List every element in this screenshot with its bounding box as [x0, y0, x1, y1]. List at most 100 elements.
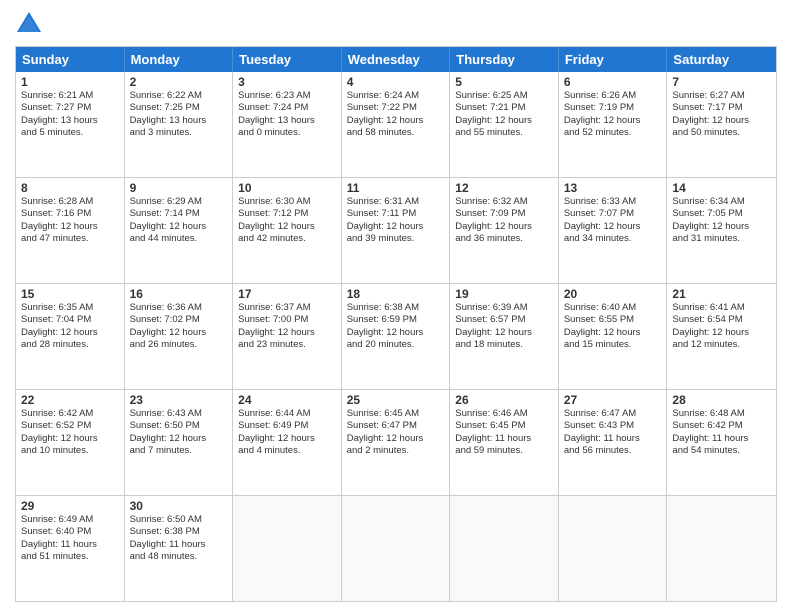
- day-number: 29: [21, 499, 119, 513]
- calendar-header: SundayMondayTuesdayWednesdayThursdayFrid…: [16, 47, 776, 72]
- calendar-cell: 11Sunrise: 6:31 AMSunset: 7:11 PMDayligh…: [342, 178, 451, 283]
- cell-info-line: Sunrise: 6:25 AM: [455, 90, 553, 102]
- cell-info-line: and 4 minutes.: [238, 445, 336, 457]
- cell-info-line: and 44 minutes.: [130, 233, 228, 245]
- day-number: 12: [455, 181, 553, 195]
- cell-info-line: and 15 minutes.: [564, 339, 662, 351]
- cell-info-line: Daylight: 12 hours: [672, 115, 771, 127]
- cell-info-line: Sunrise: 6:34 AM: [672, 196, 771, 208]
- cell-info-line: Sunrise: 6:49 AM: [21, 514, 119, 526]
- calendar-cell: 9Sunrise: 6:29 AMSunset: 7:14 PMDaylight…: [125, 178, 234, 283]
- cell-info-line: Daylight: 13 hours: [21, 115, 119, 127]
- cell-info-line: Daylight: 12 hours: [564, 221, 662, 233]
- day-number: 17: [238, 287, 336, 301]
- cell-info-line: and 7 minutes.: [130, 445, 228, 457]
- cell-info-line: Sunset: 7:19 PM: [564, 102, 662, 114]
- day-number: 11: [347, 181, 445, 195]
- day-number: 13: [564, 181, 662, 195]
- cell-info-line: Daylight: 12 hours: [672, 221, 771, 233]
- cell-info-line: Daylight: 11 hours: [21, 539, 119, 551]
- day-number: 8: [21, 181, 119, 195]
- cell-info-line: Sunset: 6:49 PM: [238, 420, 336, 432]
- calendar-cell: 10Sunrise: 6:30 AMSunset: 7:12 PMDayligh…: [233, 178, 342, 283]
- day-number: 22: [21, 393, 119, 407]
- cell-info-line: and 28 minutes.: [21, 339, 119, 351]
- cell-info-line: Daylight: 12 hours: [347, 327, 445, 339]
- day-number: 25: [347, 393, 445, 407]
- calendar-row-3: 15Sunrise: 6:35 AMSunset: 7:04 PMDayligh…: [16, 284, 776, 390]
- cell-info-line: Daylight: 11 hours: [455, 433, 553, 445]
- cell-info-line: Daylight: 13 hours: [238, 115, 336, 127]
- cell-info-line: and 47 minutes.: [21, 233, 119, 245]
- cell-info-line: Sunrise: 6:48 AM: [672, 408, 771, 420]
- cell-info-line: Daylight: 12 hours: [21, 327, 119, 339]
- calendar-cell: 17Sunrise: 6:37 AMSunset: 7:00 PMDayligh…: [233, 284, 342, 389]
- day-number: 18: [347, 287, 445, 301]
- cell-info-line: Daylight: 12 hours: [238, 327, 336, 339]
- cell-info-line: Daylight: 12 hours: [455, 327, 553, 339]
- cell-info-line: and 2 minutes.: [347, 445, 445, 457]
- day-number: 5: [455, 75, 553, 89]
- cell-info-line: Sunset: 7:05 PM: [672, 208, 771, 220]
- calendar-cell: 3Sunrise: 6:23 AMSunset: 7:24 PMDaylight…: [233, 72, 342, 177]
- cell-info-line: and 26 minutes.: [130, 339, 228, 351]
- cell-info-line: and 51 minutes.: [21, 551, 119, 563]
- cell-info-line: Sunrise: 6:21 AM: [21, 90, 119, 102]
- day-header-sunday: Sunday: [16, 47, 125, 72]
- cell-info-line: Sunrise: 6:26 AM: [564, 90, 662, 102]
- cell-info-line: and 36 minutes.: [455, 233, 553, 245]
- cell-info-line: Daylight: 12 hours: [672, 327, 771, 339]
- cell-info-line: Daylight: 12 hours: [347, 221, 445, 233]
- day-header-monday: Monday: [125, 47, 234, 72]
- cell-info-line: Sunset: 7:11 PM: [347, 208, 445, 220]
- cell-info-line: Daylight: 11 hours: [672, 433, 771, 445]
- calendar-cell: [667, 496, 776, 601]
- cell-info-line: Sunset: 7:25 PM: [130, 102, 228, 114]
- cell-info-line: Sunset: 6:54 PM: [672, 314, 771, 326]
- calendar-cell: 29Sunrise: 6:49 AMSunset: 6:40 PMDayligh…: [16, 496, 125, 601]
- day-number: 1: [21, 75, 119, 89]
- calendar-cell: 4Sunrise: 6:24 AMSunset: 7:22 PMDaylight…: [342, 72, 451, 177]
- page: SundayMondayTuesdayWednesdayThursdayFrid…: [0, 0, 792, 612]
- calendar-row-4: 22Sunrise: 6:42 AMSunset: 6:52 PMDayligh…: [16, 390, 776, 496]
- cell-info-line: Daylight: 12 hours: [564, 115, 662, 127]
- day-number: 4: [347, 75, 445, 89]
- calendar-cell: [450, 496, 559, 601]
- cell-info-line: Sunrise: 6:37 AM: [238, 302, 336, 314]
- calendar-cell: 19Sunrise: 6:39 AMSunset: 6:57 PMDayligh…: [450, 284, 559, 389]
- cell-info-line: Sunset: 7:16 PM: [21, 208, 119, 220]
- cell-info-line: and 34 minutes.: [564, 233, 662, 245]
- cell-info-line: Daylight: 12 hours: [21, 221, 119, 233]
- cell-info-line: Sunset: 7:14 PM: [130, 208, 228, 220]
- cell-info-line: and 31 minutes.: [672, 233, 771, 245]
- day-number: 14: [672, 181, 771, 195]
- cell-info-line: Daylight: 12 hours: [564, 327, 662, 339]
- logo: [15, 10, 47, 38]
- cell-info-line: Daylight: 12 hours: [130, 327, 228, 339]
- header: [15, 10, 777, 38]
- cell-info-line: Sunrise: 6:38 AM: [347, 302, 445, 314]
- cell-info-line: and 54 minutes.: [672, 445, 771, 457]
- cell-info-line: and 55 minutes.: [455, 127, 553, 139]
- cell-info-line: and 10 minutes.: [21, 445, 119, 457]
- cell-info-line: and 52 minutes.: [564, 127, 662, 139]
- day-header-thursday: Thursday: [450, 47, 559, 72]
- cell-info-line: and 18 minutes.: [455, 339, 553, 351]
- cell-info-line: and 50 minutes.: [672, 127, 771, 139]
- calendar-cell: 5Sunrise: 6:25 AMSunset: 7:21 PMDaylight…: [450, 72, 559, 177]
- cell-info-line: and 59 minutes.: [455, 445, 553, 457]
- cell-info-line: Sunset: 6:52 PM: [21, 420, 119, 432]
- cell-info-line: Daylight: 12 hours: [238, 221, 336, 233]
- day-number: 7: [672, 75, 771, 89]
- calendar-cell: 15Sunrise: 6:35 AMSunset: 7:04 PMDayligh…: [16, 284, 125, 389]
- cell-info-line: Sunset: 6:43 PM: [564, 420, 662, 432]
- cell-info-line: Sunrise: 6:28 AM: [21, 196, 119, 208]
- cell-info-line: Sunset: 7:04 PM: [21, 314, 119, 326]
- cell-info-line: and 12 minutes.: [672, 339, 771, 351]
- day-number: 10: [238, 181, 336, 195]
- day-header-tuesday: Tuesday: [233, 47, 342, 72]
- cell-info-line: and 58 minutes.: [347, 127, 445, 139]
- calendar-cell: 6Sunrise: 6:26 AMSunset: 7:19 PMDaylight…: [559, 72, 668, 177]
- day-number: 20: [564, 287, 662, 301]
- day-number: 2: [130, 75, 228, 89]
